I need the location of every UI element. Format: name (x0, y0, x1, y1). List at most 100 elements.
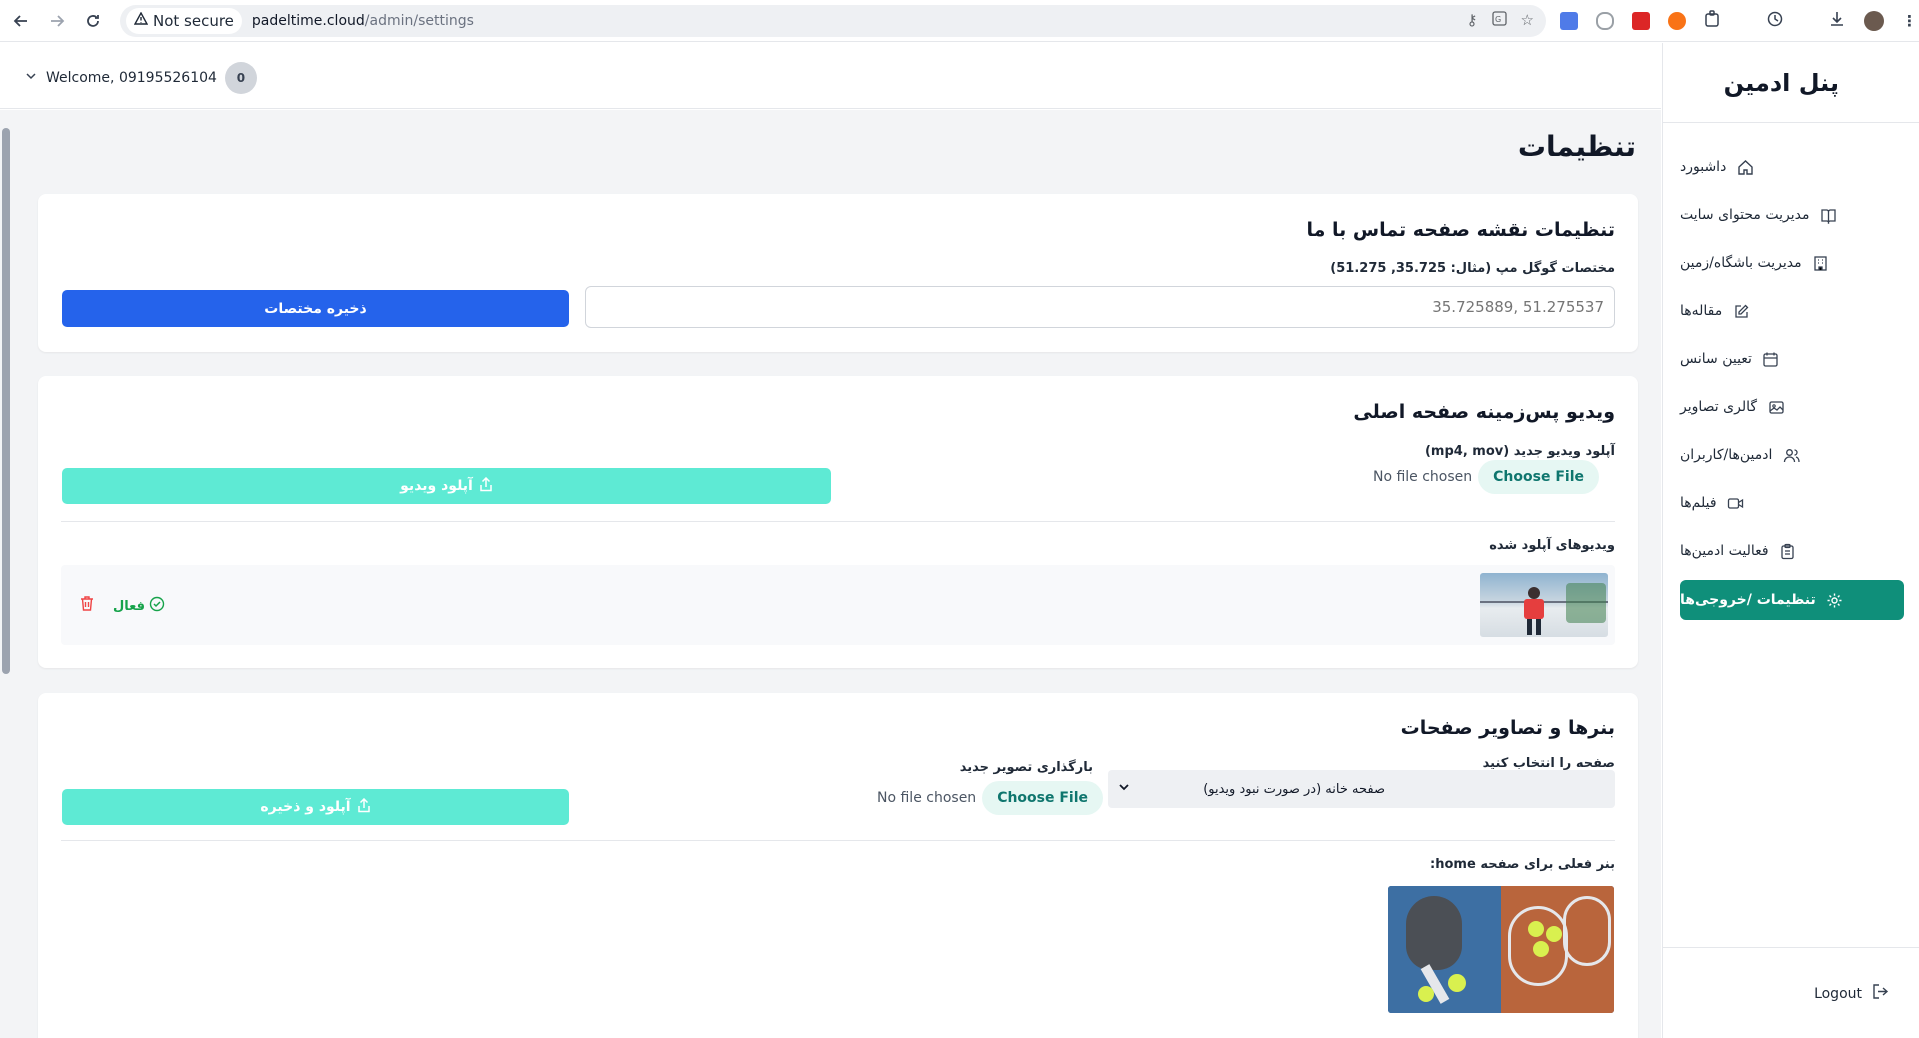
sidebar-item-site-content[interactable]: مدیریت محتوای سایت (1680, 195, 1904, 235)
address-bar[interactable]: Not secure padeltime.cloud/admin/setting… (120, 5, 1546, 37)
video-list-item: فعال (61, 565, 1615, 645)
menu-kebab-icon[interactable]: ⋮ (1902, 12, 1917, 30)
sidebar-item-label: مقاله‌ها (1680, 303, 1723, 319)
scrollbar-thumb[interactable] (2, 128, 10, 674)
svg-text:G: G (1495, 15, 1501, 24)
video-icon (1727, 494, 1745, 512)
sidebar-item-sessions[interactable]: تعیین سانس (1680, 339, 1904, 379)
page-title: تنظیمات (1517, 130, 1636, 163)
reload-icon[interactable] (75, 3, 111, 39)
warning-icon (133, 11, 149, 30)
sidebar-footer: Logout (1663, 947, 1919, 1038)
upload-video-label-text: آپلود ویدیو (400, 478, 473, 494)
upload-video-button[interactable]: آپلود ویدیو (62, 468, 831, 504)
logout-label: Logout (1814, 985, 1862, 1002)
upload-save-button[interactable]: آپلود و ذخیره (62, 789, 569, 825)
sidebar-item-label: تعیین سانس (1680, 351, 1752, 367)
profile-avatar[interactable] (1864, 11, 1884, 31)
building-icon (1812, 254, 1830, 272)
upload-video-label: آپلود ویدیو جدید (mp4, mov) (1424, 444, 1615, 459)
scrollbar[interactable] (0, 110, 12, 1038)
page-select[interactable]: صفحه خانه (در صورت نبود ویدیو) (1108, 770, 1615, 808)
no-file-text: No file chosen (877, 790, 977, 806)
upload-icon (479, 476, 493, 496)
main-content: تنظیمات تنظیمات نقشه صفحه تماس با ما مخت… (0, 110, 1661, 1038)
map-settings-title: تنظیمات نقشه صفحه تماس با ما (1306, 219, 1616, 241)
sidebar-item-label: مدیریت باشگاه/زمین (1680, 255, 1802, 271)
user-menu[interactable]: Welcome, 09195526104 0 (24, 62, 257, 94)
sidebar-item-users[interactable]: ادمین‌ها/کاربران (1680, 435, 1904, 475)
sidebar-title: پنل ادمین (1663, 43, 1919, 123)
current-banner-image[interactable] (1388, 886, 1614, 1013)
new-image-label: بارگذاری تصویر جدید (959, 760, 1093, 775)
puzzle-icon[interactable] (1704, 10, 1722, 32)
sidebar-item-label: گالری تصاویر (1680, 399, 1758, 415)
shield-extension-icon[interactable] (1596, 12, 1614, 30)
coords-input[interactable] (585, 286, 1615, 328)
upload-save-label: آپلود و ذخیره (260, 799, 351, 815)
forward-icon[interactable] (39, 3, 75, 39)
choose-file-button[interactable]: Choose File (982, 781, 1104, 815)
image-icon (1767, 398, 1785, 416)
url-path: /admin/settings (364, 13, 474, 29)
divider (61, 840, 1615, 841)
video-status-label: فعال (113, 598, 146, 614)
url-text: padeltime.cloud/admin/settings (252, 13, 474, 29)
gear-icon (1826, 591, 1844, 609)
page-select-label: صفحه را انتخاب کنید (1482, 756, 1615, 771)
save-coords-button[interactable]: ذخیره مختصات (62, 290, 569, 327)
notification-badge[interactable]: 0 (224, 62, 257, 94)
history-icon[interactable] (1766, 10, 1784, 32)
video-thumbnail[interactable] (1480, 573, 1608, 637)
screen-extension-icon[interactable] (1632, 12, 1650, 30)
logout-button[interactable]: Logout (1814, 983, 1889, 1004)
banner-settings-card: بنرها و تصاویر صفحات صفحه را انتخاب کنید… (38, 693, 1638, 1038)
sidebar-item-videos[interactable]: فیلم‌ها (1680, 483, 1904, 523)
sidebar-item-gallery[interactable]: گالری تصاویر (1680, 387, 1904, 427)
security-chip[interactable]: Not secure (126, 8, 242, 34)
chevron-down-icon[interactable] (24, 69, 38, 87)
sidebar-item-clubs[interactable]: مدیریت باشگاه/زمین (1680, 243, 1904, 283)
no-file-text: No file chosen (1372, 469, 1473, 485)
map-settings-card: تنظیمات نقشه صفحه تماس با ما مختصات گوگل… (38, 194, 1638, 352)
image-file-input[interactable]: No file chosen Choose File (877, 781, 1104, 815)
top-app-bar: Welcome, 09195526104 0 (0, 43, 1661, 109)
logout-icon (1872, 983, 1889, 1004)
translate-icon[interactable]: G (1491, 11, 1507, 30)
video-file-input[interactable]: No file chosen Choose File (1373, 460, 1599, 494)
video-status-badge: فعال (113, 596, 165, 616)
edit-icon (1732, 302, 1750, 320)
home-icon (1736, 158, 1754, 176)
chevron-down-icon (1118, 781, 1130, 797)
bookmark-star-icon[interactable]: ☆ (1521, 11, 1534, 30)
sidebar-item-label: فعالیت ادمین‌ها (1680, 543, 1769, 559)
sidebar: پنل ادمین داشبورد مدیریت محتوای سایت مدی… (1662, 43, 1919, 1038)
browser-toolbar: Not secure padeltime.cloud/admin/setting… (0, 0, 1919, 42)
upload-icon (357, 797, 371, 817)
coords-label: مختصات گوگل مپ (مثال: 35.725, 51.275) (1330, 261, 1615, 276)
trash-icon[interactable] (79, 595, 95, 616)
clipboard-icon (1779, 542, 1797, 560)
download-icon[interactable] (1828, 10, 1846, 32)
key-icon[interactable]: ⚷ (1467, 11, 1478, 30)
video-settings-card: ویدیو پس‌زمینه صفحه اصلی آپلود ویدیو جدی… (38, 376, 1638, 668)
page-select-value: صفحه خانه (در صورت نبود ویدیو) (1203, 781, 1385, 797)
banner-settings-title: بنرها و تصاویر صفحات (1400, 717, 1615, 739)
sidebar-item-articles[interactable]: مقاله‌ها (1680, 291, 1904, 331)
back-icon[interactable] (3, 3, 39, 39)
uploaded-videos-title: ویدیوهای آپلود شده (1489, 538, 1615, 553)
video-settings-title: ویدیو پس‌زمینه صفحه اصلی (1353, 401, 1615, 423)
current-banner-label: بنر فعلی برای صفحه home: (1430, 857, 1615, 872)
sidebar-item-label: فیلم‌ها (1680, 495, 1717, 511)
sidebar-item-label: مدیریت محتوای سایت (1680, 207, 1810, 223)
security-label: Not secure (153, 12, 234, 30)
fox-extension-icon[interactable] (1668, 12, 1686, 30)
divider (61, 521, 1615, 522)
choose-file-button[interactable]: Choose File (1478, 460, 1599, 494)
sidebar-item-settings[interactable]: تنظیمات /خروجی‌ها (1680, 580, 1904, 620)
sidebar-item-label: تنظیمات /خروجی‌ها (1680, 592, 1816, 608)
sidebar-item-admin-activity[interactable]: فعالیت ادمین‌ها (1680, 531, 1904, 571)
users-icon (1782, 446, 1800, 464)
sidebar-item-dashboard[interactable]: داشبورد (1680, 147, 1904, 187)
translate-extension-icon[interactable] (1560, 12, 1578, 30)
